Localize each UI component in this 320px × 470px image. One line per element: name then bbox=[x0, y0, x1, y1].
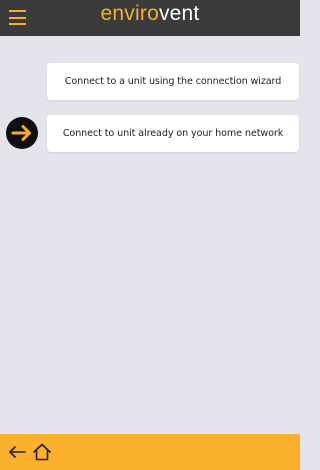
app-header: envirovent bbox=[0, 0, 300, 36]
brand-logo-part-1: enviro bbox=[100, 2, 159, 25]
home-icon[interactable] bbox=[32, 443, 52, 461]
brand-logo: envirovent bbox=[0, 2, 300, 26]
home-network-option-button[interactable]: Connect to unit already on your home net… bbox=[47, 115, 299, 152]
arrow-right-circle-icon bbox=[6, 117, 38, 149]
bottom-navigation-bar bbox=[0, 434, 300, 470]
connection-wizard-option-label: Connect to a unit using the connection w… bbox=[64, 76, 282, 87]
back-arrow-icon[interactable] bbox=[8, 445, 26, 459]
brand-logo-part-2: vent bbox=[158, 2, 200, 25]
connection-wizard-option-button[interactable]: Connect to a unit using the connection w… bbox=[47, 63, 299, 100]
home-network-option-label: Connect to unit already on your home net… bbox=[62, 128, 284, 139]
